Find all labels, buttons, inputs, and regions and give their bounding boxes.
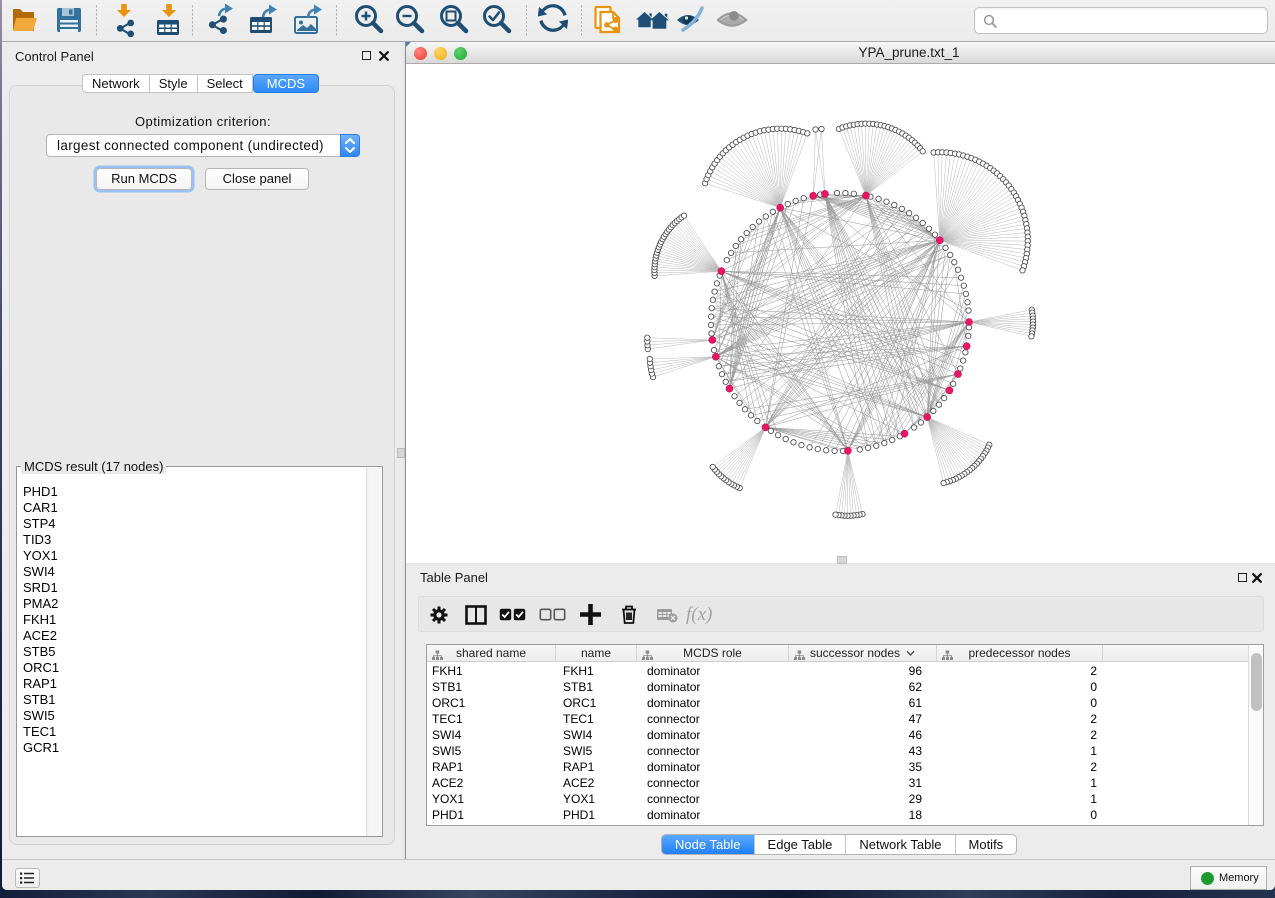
svg-text:f(x): f(x) <box>686 604 712 625</box>
